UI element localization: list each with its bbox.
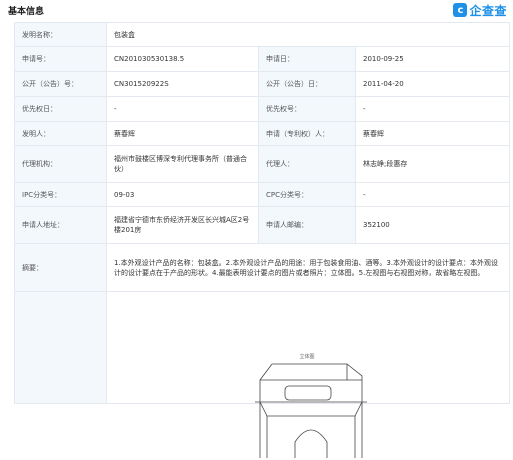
- package-box-drawing: 立体图: [255, 353, 367, 458]
- publication-date-label: 公开（公告）日：: [258, 71, 356, 97]
- applicant-value: 蔡春辉: [355, 121, 510, 146]
- brand-icon: c: [453, 3, 468, 17]
- drawing-label-cell: [14, 291, 107, 404]
- priority-no-label: 优先权号：: [258, 96, 356, 122]
- table-row: 代理机构： 福州市鼓楼区博深专利代理事务所（普通合伙） 代理人： 林志峥;段惠存: [14, 145, 510, 183]
- abstract-label: 摘要：: [14, 243, 107, 292]
- publication-date-value: 2011-04-20: [355, 71, 510, 97]
- application-no-label: 申请号：: [14, 46, 107, 72]
- section-title: 基本信息: [8, 7, 45, 17]
- ipc-label: IPC分类号：: [14, 182, 107, 207]
- brand-name: 企查查: [469, 3, 507, 18]
- priority-date-value: -: [106, 96, 259, 122]
- inventor-label: 发明人：: [14, 121, 107, 146]
- table-row: IPC分类号： 09-03 CPC分类号： -: [14, 182, 510, 207]
- table-row: 申请号： CN201030530138.5 申请日： 2010-09-25: [14, 46, 510, 72]
- abstract-value: 1.本外观设计产品的名称：包装盒。2.本外观设计产品的用途：用于包装食用油、酒等…: [106, 243, 510, 292]
- brand-logo[interactable]: c 企查查: [453, 2, 507, 18]
- agency-label: 代理机构：: [14, 145, 107, 183]
- application-no-value: CN201030530138.5: [106, 46, 259, 72]
- cpc-label: CPC分类号：: [258, 182, 356, 207]
- invention-name-label: 发明名称：: [14, 22, 107, 47]
- invention-name-value: 包装盒: [106, 22, 510, 47]
- applicant-label: 申请（专利权）人：: [258, 121, 356, 146]
- header-bar: 基本信息 c 企查查: [0, 0, 513, 22]
- application-date-value: 2010-09-25: [355, 46, 510, 72]
- inventor-value: 蔡春辉: [106, 121, 259, 146]
- agent-value: 林志峥;段惠存: [355, 145, 510, 183]
- patent-info-table: 发明名称： 包装盒 申请号： CN201030530138.5 申请日： 201…: [14, 22, 510, 458]
- box-outline: [255, 363, 367, 458]
- table-row: 发明人： 蔡春辉 申请（专利权）人： 蔡春辉: [14, 121, 510, 146]
- drawing-caption: 立体图: [299, 353, 314, 360]
- publication-no-label: 公开（公告）号：: [14, 71, 107, 97]
- address-label: 申请人地址：: [14, 206, 107, 244]
- table-row: 发明名称： 包装盒: [14, 22, 510, 47]
- table-row: 立体图: [14, 291, 510, 458]
- publication-no-value: CN301520922S: [106, 71, 259, 97]
- postcode-label: 申请人邮编：: [258, 206, 356, 244]
- priority-date-label: 优先权日：: [14, 96, 107, 122]
- agent-label: 代理人：: [258, 145, 356, 183]
- postcode-value: 352100: [355, 206, 510, 244]
- agency-link[interactable]: 福州市鼓楼区博深专利代理事务所（普通合伙）: [106, 145, 259, 183]
- priority-no-value: -: [355, 96, 510, 122]
- ipc-value: 09-03: [106, 182, 259, 207]
- table-row: 摘要： 1.本外观设计产品的名称：包装盒。2.本外观设计产品的用途：用于包装食用…: [14, 243, 510, 292]
- drawing-cell: 立体图: [106, 291, 510, 458]
- table-row: 公开（公告）号： CN301520922S 公开（公告）日： 2011-04-2…: [14, 71, 510, 97]
- application-date-label: 申请日：: [258, 46, 356, 72]
- table-row: 优先权日： - 优先权号： -: [14, 96, 510, 122]
- table-row: 申请人地址： 福建省宁德市东侨经济开发区长兴城A区2号楼201房 申请人邮编： …: [14, 206, 510, 244]
- cpc-value: -: [355, 182, 510, 207]
- address-value: 福建省宁德市东侨经济开发区长兴城A区2号楼201房: [106, 206, 259, 244]
